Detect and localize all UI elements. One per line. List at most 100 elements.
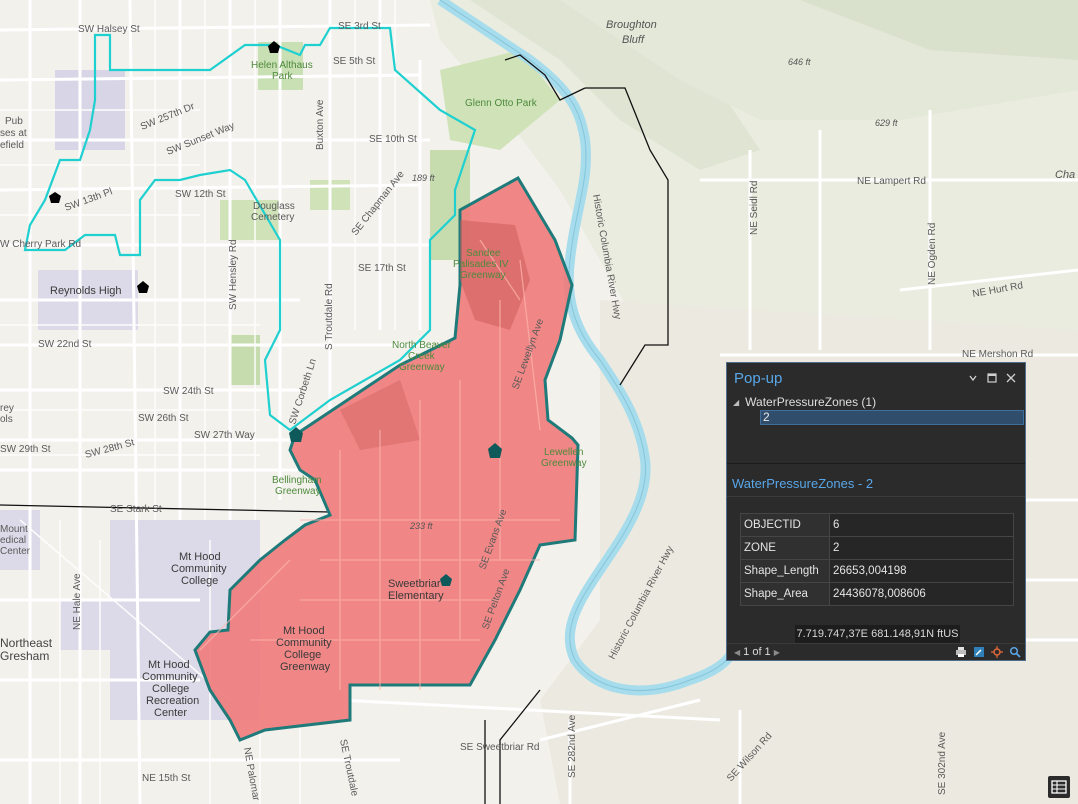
label-mt-hood-left-1: Mount bbox=[0, 524, 28, 535]
label-mhcc-green-4: Greenway bbox=[280, 661, 331, 673]
label-douglass: Douglass bbox=[253, 201, 295, 212]
label-cherry-park: W Cherry Park Rd bbox=[0, 239, 81, 250]
attribute-value: 26653,004198 bbox=[829, 559, 1014, 583]
attribute-row: Shape_Length 26653,004198 bbox=[740, 559, 1014, 583]
label-sw-22nd: SW 22nd St bbox=[38, 339, 92, 350]
attribute-key: OBJECTID bbox=[740, 513, 830, 537]
tree-layer-label: WaterPressureZones (1) bbox=[745, 395, 877, 409]
label-se-302nd: SE 302nd Ave bbox=[937, 731, 948, 795]
tree-layer-item[interactable]: ◢ WaterPressureZones (1) bbox=[733, 395, 876, 409]
restore-icon[interactable] bbox=[984, 370, 1000, 386]
attribute-key: Shape_Length bbox=[740, 559, 830, 583]
label-ne-ogden: NE Ogden Rd bbox=[927, 223, 938, 285]
label-sandee-2: Palisades IV bbox=[453, 259, 509, 270]
label-sweetbriar-2: Elementary bbox=[388, 590, 444, 602]
label-mhcc-rec-5: Center bbox=[154, 707, 187, 719]
label-mhcc-green-3: College bbox=[284, 649, 321, 661]
label-mhcc-rec-2: Community bbox=[142, 671, 198, 683]
label-ne-seidl: NE Seidl Rd bbox=[749, 181, 760, 235]
print-icon[interactable] bbox=[955, 646, 967, 658]
popup-title-bar[interactable]: Pop-up bbox=[727, 363, 1025, 393]
label-s-troutdale: S Troutdale Rd bbox=[324, 283, 335, 350]
next-icon[interactable]: ▶ bbox=[771, 648, 783, 657]
label-sw-26th: SW 26th St bbox=[138, 413, 189, 424]
label-elev-189: 189 ft bbox=[412, 173, 435, 183]
label-north-beaver-3: Greenway bbox=[399, 362, 445, 373]
label-sandee-1: Sandee bbox=[466, 248, 501, 259]
label-cemetery: Cemetery bbox=[251, 212, 294, 223]
label-se-stark: SE Stark St bbox=[110, 504, 162, 515]
label-ne-gresham-2: Gresham bbox=[0, 649, 49, 663]
label-reynolds: Reynolds High bbox=[50, 285, 122, 297]
collapse-caret-icon[interactable]: ◢ bbox=[733, 398, 739, 407]
label-bellingham-1: Bellingham bbox=[272, 475, 321, 486]
label-north-beaver-2: Creek bbox=[408, 351, 436, 362]
label-lewellen-1: Lewellen bbox=[544, 447, 583, 458]
label-se-5th: SE 5th St bbox=[333, 56, 375, 67]
label-sw-hensley: SW Hensley Rd bbox=[228, 239, 239, 310]
label-ne-mershon: NE Mershon Rd bbox=[962, 349, 1033, 360]
label-mhcc-2: Community bbox=[171, 563, 227, 575]
attribute-value: 24436078,008606 bbox=[829, 582, 1014, 606]
label-helen-althaus: Helen Althaus bbox=[251, 60, 313, 71]
label-cha: Cha bbox=[1055, 169, 1075, 181]
label-sandee-3: Greenway bbox=[460, 270, 506, 281]
label-rey: rey bbox=[0, 403, 14, 414]
label-mhcc-rec-1: Mt Hood bbox=[148, 659, 190, 671]
label-mhcc-rec-4: Recreation bbox=[146, 695, 199, 707]
feature-title: WaterPressureZones - 2 bbox=[727, 476, 1025, 497]
label-ne-gresham-1: Northeast bbox=[0, 636, 53, 650]
table-icon bbox=[1051, 780, 1067, 794]
label-bellingham-2: Greenway bbox=[275, 486, 321, 497]
label-se-282nd: SE 282nd Ave bbox=[567, 714, 578, 778]
label-bluff: Bluff bbox=[622, 34, 645, 46]
attribute-value: 6 bbox=[829, 513, 1014, 537]
label-pub-2: ses at bbox=[0, 128, 27, 139]
attribute-value: 2 bbox=[829, 536, 1014, 560]
popup-footer: ◀ 1 of 1 ▶ bbox=[727, 643, 1025, 660]
label-elev-629: 629 ft bbox=[875, 118, 898, 128]
label-broughton: Broughton bbox=[606, 19, 657, 31]
label-ne-hale: NE Hale Ave bbox=[72, 573, 83, 630]
attribute-row: Shape_Area 24436078,008606 bbox=[740, 582, 1014, 606]
label-sw-27th: SW 27th Way bbox=[194, 430, 255, 441]
prev-icon[interactable]: ◀ bbox=[731, 648, 743, 657]
label-sw-12th: SW 12th St bbox=[175, 189, 226, 200]
label-mt-hood-left-3: Center bbox=[0, 546, 31, 557]
label-ols: ols bbox=[0, 414, 13, 425]
attribute-row: ZONE 2 bbox=[740, 536, 1014, 560]
popup-feature-tree: ◢ WaterPressureZones (1) 2 bbox=[727, 393, 1025, 463]
attribute-key: Shape_Area bbox=[740, 582, 830, 606]
label-sweetbriar-1: Sweetbriar bbox=[388, 578, 441, 590]
close-icon[interactable] bbox=[1003, 370, 1019, 386]
label-mhcc-green-1: Mt Hood bbox=[283, 625, 325, 637]
label-helen-althaus-park: Park bbox=[272, 71, 294, 82]
attribute-row: OBJECTID 6 bbox=[740, 513, 1014, 537]
coordinate-readout: 7.719.747,37E 681.148,91N ftUS bbox=[795, 625, 960, 643]
label-ne-lampert: NE Lampert Rd bbox=[857, 176, 926, 187]
label-ne-15th: NE 15th St bbox=[142, 773, 191, 784]
label-elev-233: 233 ft bbox=[409, 521, 433, 531]
label-elev-646: 646 ft bbox=[788, 57, 811, 67]
label-mhcc-3: College bbox=[181, 575, 218, 587]
label-pub-3: efield bbox=[0, 140, 24, 151]
zoom-to-icon[interactable] bbox=[1009, 646, 1021, 658]
label-mhcc-green-2: Community bbox=[276, 637, 332, 649]
popup-window[interactable]: Pop-up ◢ WaterPressureZones (1) 2 WaterP… bbox=[726, 362, 1026, 661]
basemap-gallery-button[interactable] bbox=[1048, 776, 1070, 798]
label-mhcc-1: Mt Hood bbox=[179, 551, 221, 563]
label-mhcc-rec-3: College bbox=[152, 683, 189, 695]
label-se-10th: SE 10th St bbox=[369, 134, 417, 145]
flash-icon[interactable] bbox=[991, 646, 1003, 658]
label-sw-halsey: SW Halsey St bbox=[78, 24, 140, 35]
label-mt-hood-left-2: edical bbox=[0, 535, 26, 546]
label-sw-29th: SW 29th St bbox=[0, 444, 51, 455]
tree-feature-item[interactable]: 2 bbox=[760, 410, 1024, 425]
label-pub: Pub bbox=[5, 116, 23, 127]
splitter[interactable] bbox=[727, 463, 1025, 476]
label-glenn-otto: Glenn Otto Park bbox=[465, 98, 538, 109]
attribute-key: ZONE bbox=[740, 536, 830, 560]
menu-icon[interactable] bbox=[965, 370, 981, 386]
edit-icon[interactable] bbox=[973, 646, 985, 658]
label-north-beaver-1: North Beaver bbox=[392, 340, 452, 351]
